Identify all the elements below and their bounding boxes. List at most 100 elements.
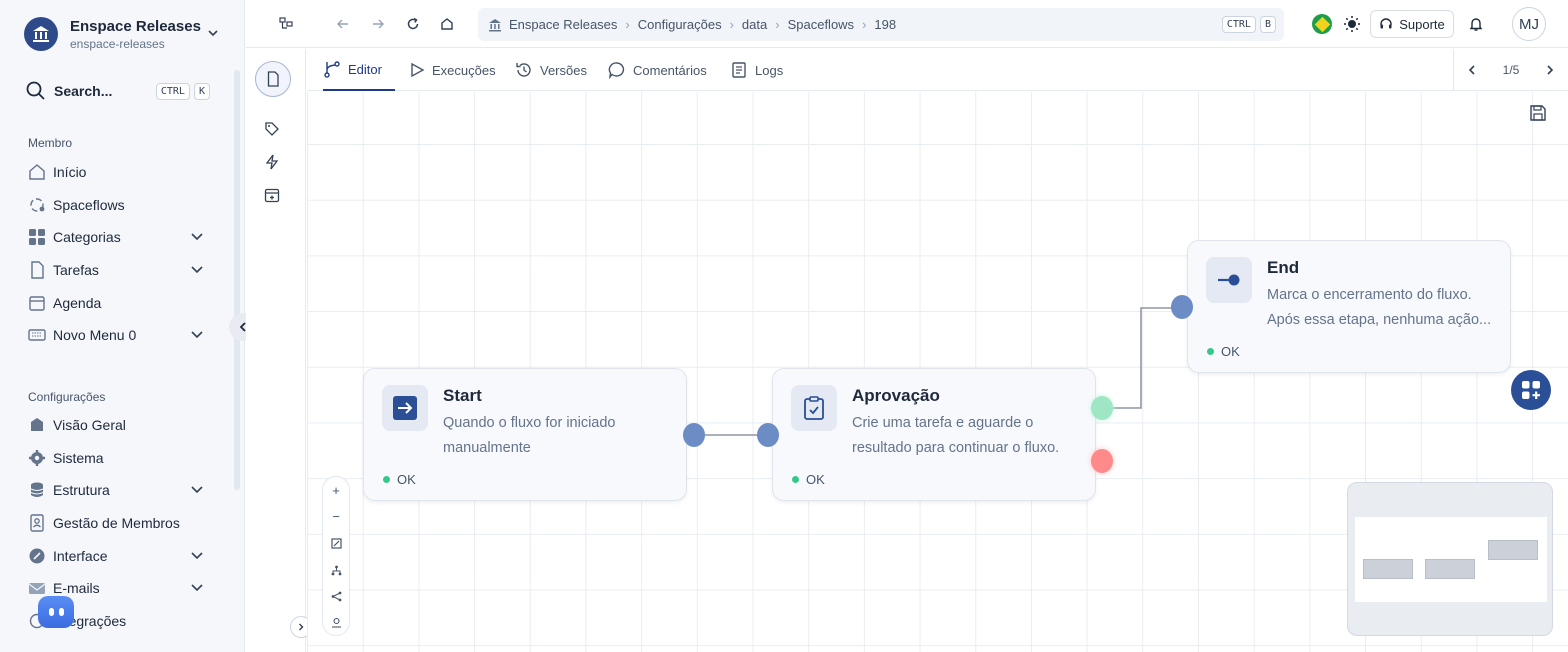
- reload-icon[interactable]: [403, 14, 423, 34]
- logs-icon: [732, 62, 746, 78]
- flow-tree-icon[interactable]: [276, 14, 296, 34]
- chevron-down-icon[interactable]: [206, 26, 220, 45]
- node-start[interactable]: Start Quando o fluxo for iniciado manual…: [363, 368, 687, 501]
- location-icon[interactable]: [327, 613, 345, 631]
- tab-versoes[interactable]: Versões: [515, 49, 587, 91]
- play-icon: [411, 62, 425, 78]
- status-dot: [792, 476, 799, 483]
- chevron-right-icon[interactable]: [1544, 64, 1556, 76]
- node-description: Marca o encerramento do fluxo. Após essa…: [1267, 287, 1492, 328]
- sidebar-scrollbar[interactable]: [234, 70, 240, 490]
- search-button[interactable]: Search... CTRL K: [26, 78, 210, 104]
- chevron-down-icon[interactable]: [190, 327, 204, 344]
- workspace-name: Enspace Releases: [70, 17, 201, 35]
- sidebar-item-label: Início: [53, 164, 87, 180]
- sidebar-item-gestao-membros[interactable]: Gestão de Membros: [28, 510, 208, 536]
- support-button[interactable]: Suporte: [1370, 10, 1454, 38]
- fit-view-icon[interactable]: [327, 534, 345, 552]
- flow-icon: [28, 196, 46, 214]
- tag-icon[interactable]: [259, 116, 285, 142]
- tab-logs[interactable]: Logs: [730, 49, 783, 91]
- chevron-left-icon[interactable]: [1466, 64, 1478, 76]
- chevron-down-icon[interactable]: [190, 482, 204, 499]
- breadcrumb-item[interactable]: data: [742, 17, 767, 32]
- tab-label: Logs: [755, 62, 784, 78]
- sidebar-item-interface[interactable]: Interface: [28, 543, 208, 569]
- tab-comentarios[interactable]: Comentários: [608, 49, 707, 91]
- home-icon[interactable]: [437, 14, 457, 34]
- avatar[interactable]: MJ: [1512, 7, 1546, 41]
- minimap-node: [1488, 540, 1538, 560]
- node-end[interactable]: End Marca o encerramento do fluxo. Após …: [1187, 240, 1511, 373]
- end-input-handle[interactable]: [1171, 295, 1193, 319]
- node-status: OK: [383, 472, 416, 487]
- top-bar: Enspace Releases › Configurações › data …: [246, 0, 1568, 48]
- sidebar-item-agenda[interactable]: Agenda: [28, 290, 208, 316]
- sidebar-item-visao-geral[interactable]: Visão Geral: [28, 412, 208, 438]
- save-icon[interactable]: [1529, 104, 1547, 127]
- chevron-down-icon[interactable]: [190, 262, 204, 279]
- breadcrumb-item[interactable]: 198: [874, 17, 896, 32]
- forward-arrow-icon[interactable]: [368, 14, 388, 34]
- workspace-switcher[interactable]: Enspace Releases enspace-releases: [24, 14, 224, 54]
- chevron-down-icon[interactable]: [190, 229, 204, 246]
- tab-label: Comentários: [633, 62, 707, 78]
- institution-icon: [489, 18, 501, 31]
- auto-layout-icon[interactable]: [327, 561, 345, 579]
- calendar-plus-icon[interactable]: [259, 182, 285, 208]
- grid-plus-icon: [1522, 381, 1540, 399]
- lightning-icon[interactable]: [259, 149, 285, 175]
- workspace-slug: enspace-releases: [70, 36, 165, 51]
- member-card-icon: [28, 514, 46, 532]
- approval-fail-handle[interactable]: [1091, 449, 1113, 473]
- node-title: Start: [443, 386, 482, 405]
- share-nodes-icon[interactable]: [327, 587, 345, 605]
- sidebar-item-novo-menu[interactable]: Novo Menu 0: [28, 322, 208, 348]
- chevron-right-icon: ›: [729, 17, 734, 32]
- sidebar-item-label: Novo Menu 0: [53, 327, 137, 343]
- chevron-right-icon: [299, 623, 304, 631]
- start-arrow-icon: [382, 385, 428, 431]
- zoom-out-button[interactable]: −: [327, 507, 345, 525]
- bell-icon[interactable]: [1466, 14, 1486, 34]
- sidebar-item-inicio[interactable]: Início: [28, 159, 208, 185]
- document-tool-button[interactable]: [255, 61, 291, 97]
- search-kbd-ctrl: CTRL: [155, 82, 190, 100]
- sidebar-item-sistema[interactable]: Sistema: [28, 445, 208, 471]
- search-label: Search...: [54, 83, 113, 99]
- minimap[interactable]: [1347, 482, 1553, 636]
- overview-icon: [28, 416, 46, 434]
- node-aprovacao[interactable]: Aprovação Crie uma tarefa e aguarde o re…: [772, 368, 1096, 501]
- chevron-down-icon[interactable]: [190, 580, 204, 597]
- approval-input-handle[interactable]: [757, 423, 779, 447]
- calendar-icon: [28, 294, 46, 312]
- chevron-right-icon: ›: [775, 17, 780, 32]
- brazil-flag-icon[interactable]: [1312, 14, 1332, 34]
- end-marker-icon: [1206, 257, 1252, 303]
- chevron-down-icon[interactable]: [190, 548, 204, 565]
- approval-success-handle[interactable]: [1091, 396, 1113, 420]
- tab-execucoes[interactable]: Execuções: [409, 49, 496, 91]
- sidebar-item-categorias[interactable]: Categorias: [28, 224, 208, 250]
- assistant-bot-icon[interactable]: [38, 596, 74, 628]
- sidebar-item-spaceflows[interactable]: Spaceflows: [28, 192, 208, 218]
- breadcrumb-item[interactable]: Spaceflows: [788, 17, 854, 32]
- headset-icon: [1380, 18, 1392, 29]
- sidebar-item-label: Spaceflows: [53, 197, 125, 213]
- add-node-button[interactable]: [1511, 370, 1551, 410]
- tab-label: Versões: [540, 62, 587, 78]
- node-title: End: [1267, 258, 1300, 277]
- sidebar-item-estrutura[interactable]: Estrutura: [28, 477, 208, 503]
- history-icon: [516, 63, 531, 77]
- version-pager: 1/5: [1453, 49, 1568, 91]
- breadcrumb-item[interactable]: Configurações: [638, 17, 722, 32]
- flow-canvas[interactable]: Start Quando o fluxo for iniciado manual…: [307, 92, 1568, 652]
- back-arrow-icon[interactable]: [333, 14, 353, 34]
- branch-icon: [324, 61, 340, 78]
- breadcrumb-item[interactable]: Enspace Releases: [509, 17, 617, 32]
- sidebar-item-tarefas[interactable]: Tarefas: [28, 257, 208, 283]
- sun-icon[interactable]: [1342, 14, 1362, 34]
- start-output-handle[interactable]: [683, 423, 705, 447]
- zoom-in-button[interactable]: +: [327, 481, 345, 499]
- tab-editor[interactable]: Editor: [323, 49, 395, 91]
